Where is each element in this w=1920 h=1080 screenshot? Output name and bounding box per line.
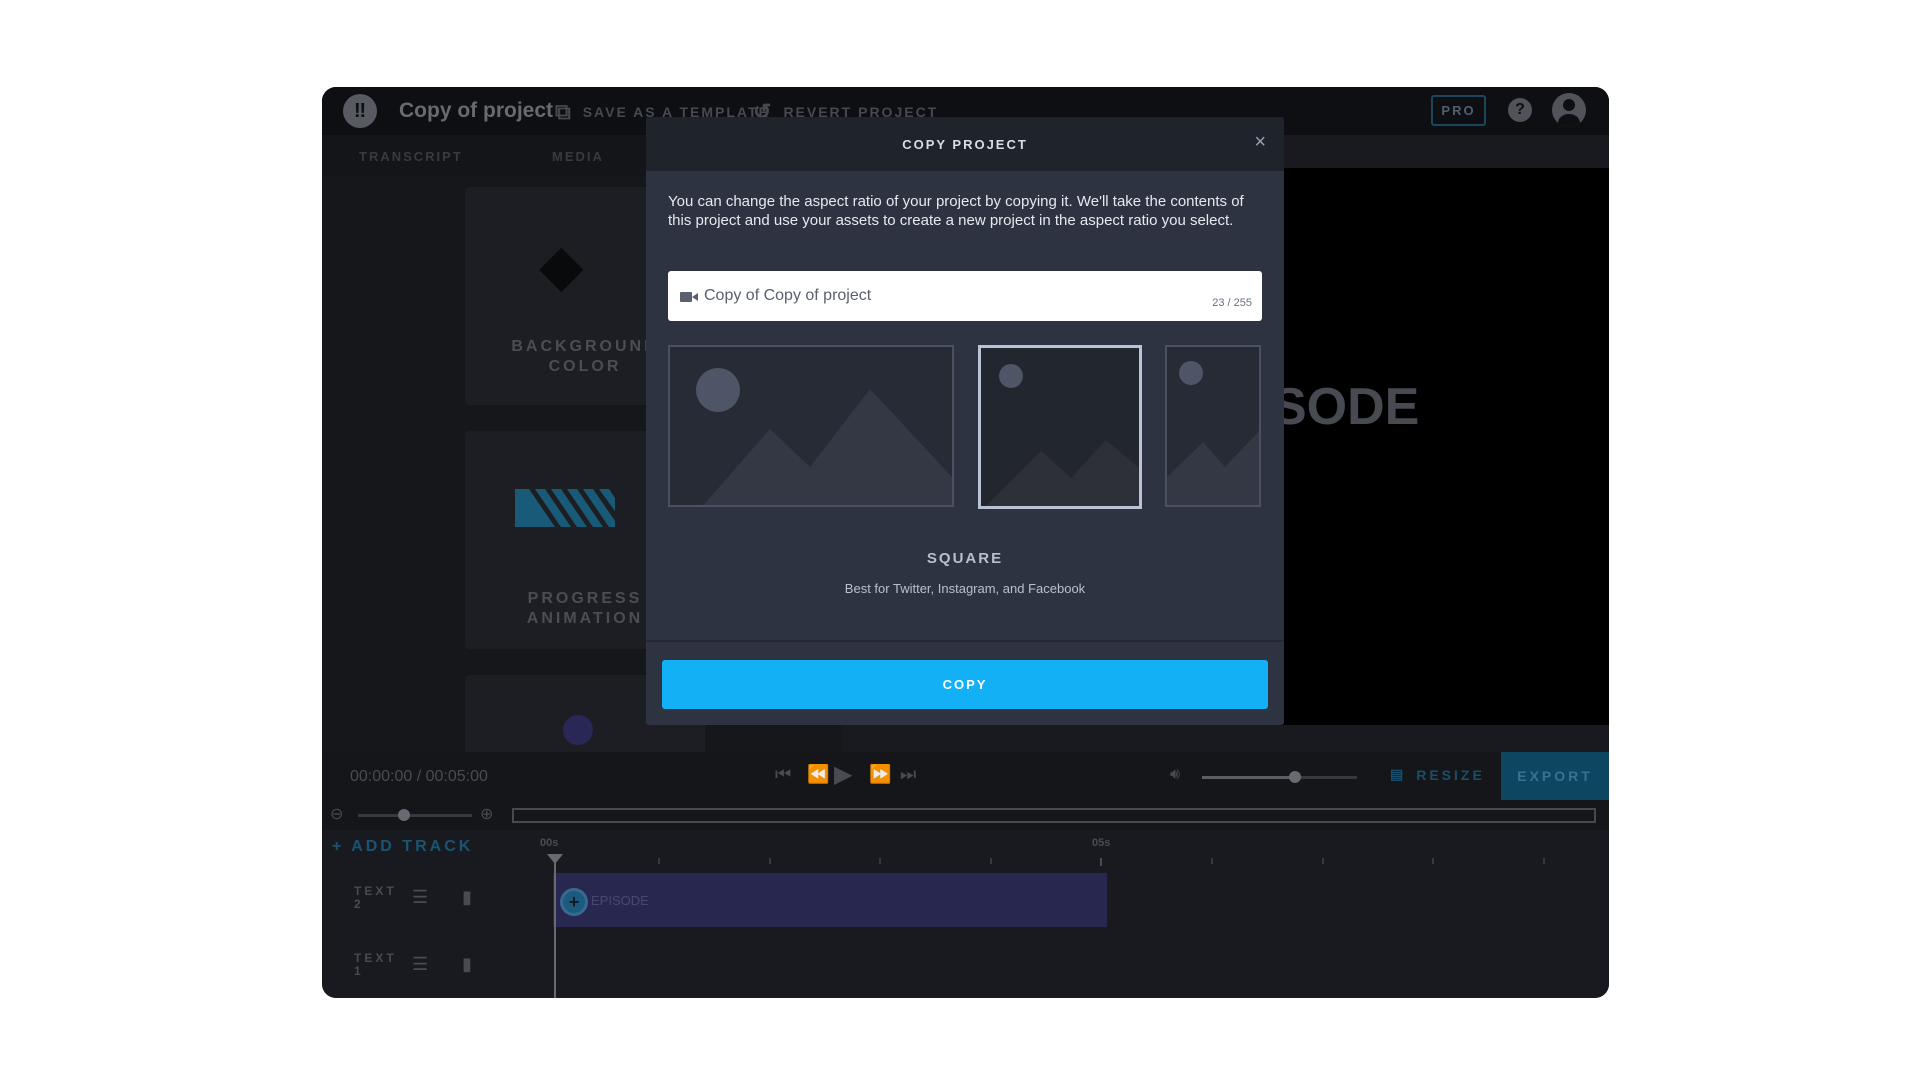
close-icon[interactable]: × <box>1254 131 1266 154</box>
modal-description: You can change the aspect ratio of your … <box>668 193 1244 229</box>
modal-header: COPY PROJECT × <box>646 117 1284 171</box>
video-camera-icon <box>680 292 698 302</box>
selected-ratio-description: Best for Twitter, Instagram, and Faceboo… <box>844 581 1086 596</box>
project-name-input[interactable]: Copy of Copy of project 23 / 255 <box>668 271 1262 321</box>
modal-divider <box>646 640 1284 642</box>
portrait-preview-icon <box>1167 361 1259 505</box>
copy-project-modal: COPY PROJECT × You can change the aspect… <box>646 117 1284 725</box>
ratio-option-landscape[interactable] <box>668 345 954 507</box>
char-count: 23 / 255 <box>1212 297 1252 309</box>
selected-ratio-name: SQUARE <box>926 550 1004 567</box>
copy-button[interactable]: COPY <box>662 660 1268 709</box>
square-preview-icon <box>986 364 1139 506</box>
modal-title: COPY PROJECT <box>902 137 1028 152</box>
project-name-value: Copy of Copy of project <box>704 287 872 304</box>
ratio-option-portrait[interactable] <box>1165 345 1261 507</box>
ratio-option-square[interactable] <box>978 345 1142 509</box>
landscape-preview-icon <box>696 368 952 505</box>
